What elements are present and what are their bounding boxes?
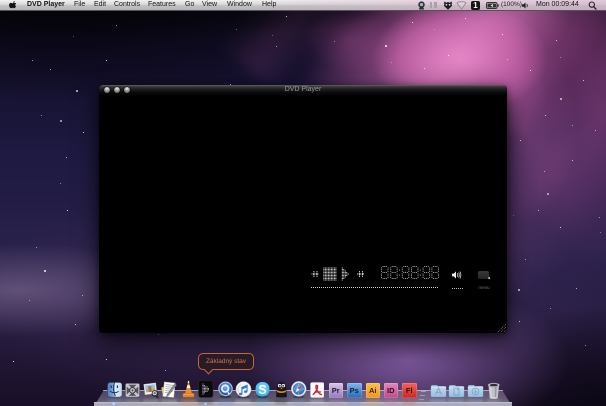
- svg-text:S: S: [258, 383, 266, 397]
